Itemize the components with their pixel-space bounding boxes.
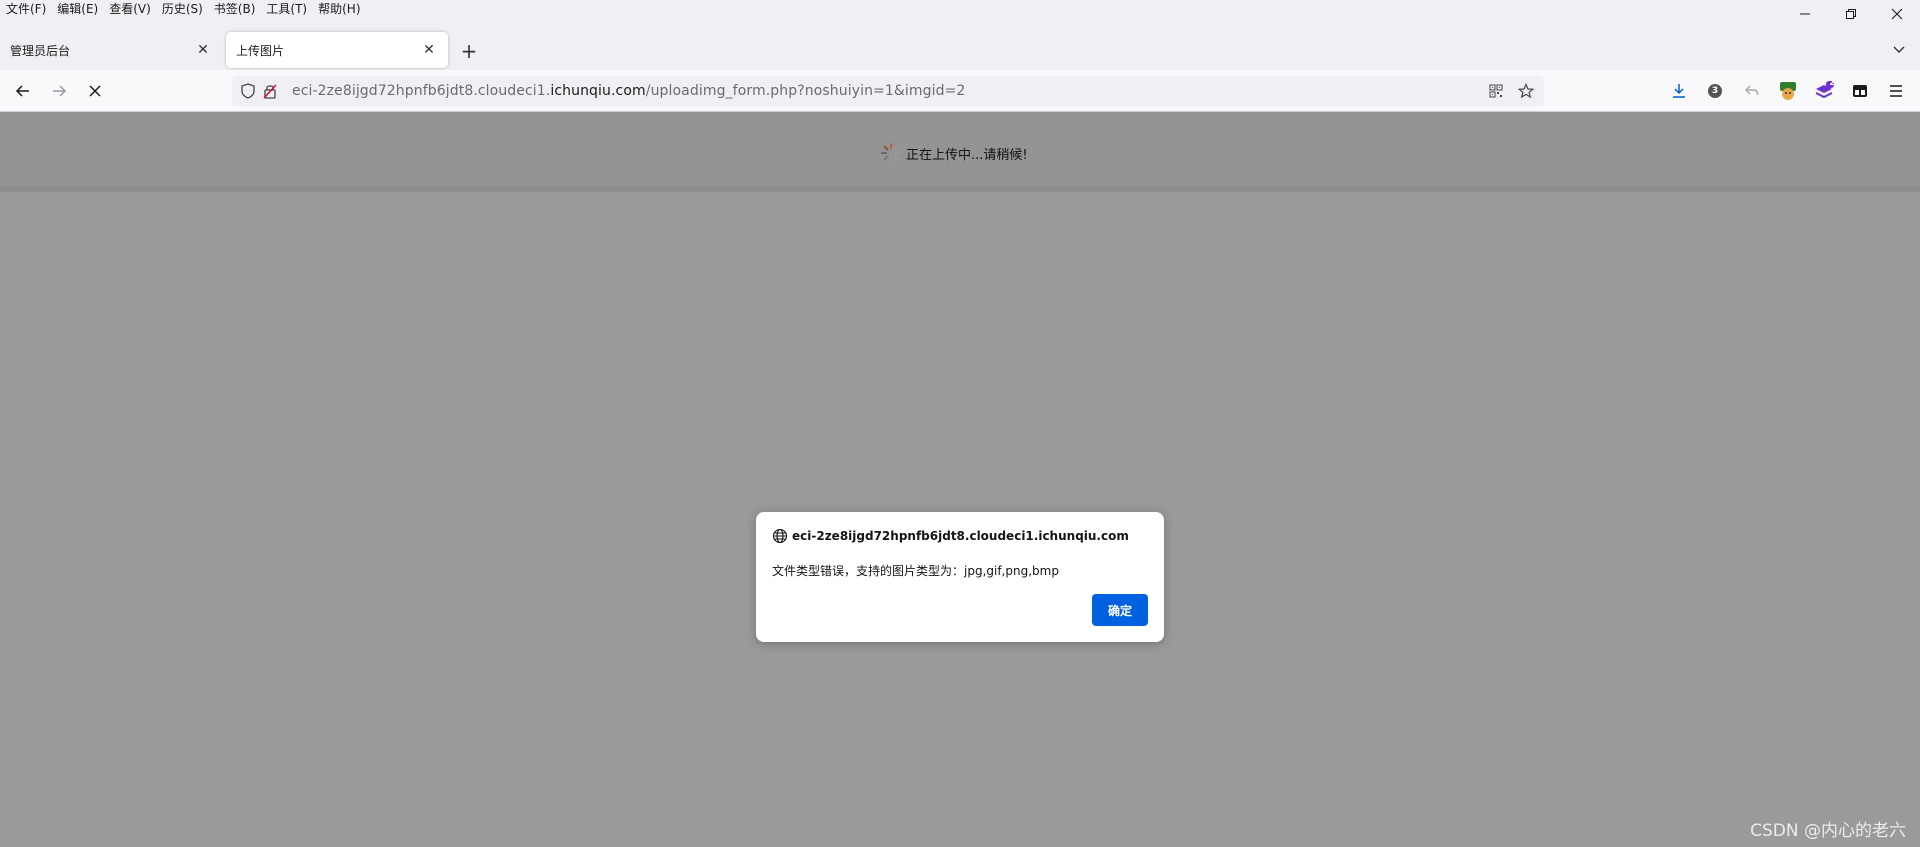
tab-label: 管理员后台 <box>10 43 71 58</box>
undo-arrow-icon[interactable] <box>1741 80 1763 102</box>
url-text[interactable]: eci-2ze8ijgd72hpnfb6jdt8.cloudeci1.ichun… <box>292 83 965 99</box>
extension-pig-icon[interactable] <box>1777 80 1799 102</box>
alert-dialog: eci-2ze8ijgd72hpnfb6jdt8.cloudeci1.ichun… <box>756 512 1164 642</box>
dialog-message: 文件类型错误，支持的图片类型为：jpg,gif,png,bmp <box>772 564 1059 578</box>
uploading-text: 正在上传中...请稍候! <box>906 147 1028 163</box>
uploading-indicator: 正在上传中...请稍候! <box>880 142 1028 164</box>
dialog-origin: eci-2ze8ijgd72hpnfb6jdt8.cloudeci1.ichun… <box>772 528 1129 544</box>
window-controls <box>1782 0 1920 28</box>
globe-icon <box>772 528 788 544</box>
forward-arrow-icon[interactable] <box>46 79 72 103</box>
container-tabs-icon[interactable] <box>1849 80 1871 102</box>
address-bar[interactable]: eci-2ze8ijgd72hpnfb6jdt8.cloudeci1.ichun… <box>232 76 1544 106</box>
shield-icon[interactable] <box>238 81 258 101</box>
restore-icon[interactable] <box>1828 0 1874 28</box>
extension-badge: 2 <box>1829 78 1835 87</box>
menu-bookmarks[interactable]: 书签(B) <box>214 0 256 18</box>
new-tab-button[interactable]: + <box>458 39 480 63</box>
upload-status-panel: 正在上传中...请稍候! <box>0 112 1920 192</box>
menu-file[interactable]: 文件(F) <box>6 0 46 18</box>
tab-upload-image[interactable]: 上传图片 ✕ <box>226 32 448 68</box>
hamburger-menu-icon[interactable] <box>1885 80 1907 102</box>
close-icon[interactable]: ✕ <box>420 41 438 59</box>
menu-view[interactable]: 查看(V) <box>109 0 151 18</box>
spinner-icon <box>881 143 901 163</box>
stop-loading-icon[interactable] <box>82 79 108 103</box>
dialog-origin-text: eci-2ze8ijgd72hpnfb6jdt8.cloudeci1.ichun… <box>792 529 1129 543</box>
tab-label: 上传图片 <box>236 43 285 58</box>
menu-edit[interactable]: 编辑(E) <box>57 0 98 18</box>
url-prefix: eci-2ze8ijgd72hpnfb6jdt8.cloudeci1. <box>292 83 551 99</box>
close-window-icon[interactable] <box>1874 0 1920 28</box>
menu-help[interactable]: 帮助(H) <box>318 0 360 18</box>
navigation-bar: eci-2ze8ijgd72hpnfb6jdt8.cloudeci1.ichun… <box>0 70 1920 112</box>
minimize-icon[interactable] <box>1782 0 1828 28</box>
insecure-lock-icon[interactable] <box>260 81 280 101</box>
ok-button[interactable]: 确定 <box>1092 594 1148 626</box>
chevron-down-icon[interactable] <box>1888 38 1910 60</box>
close-icon[interactable]: ✕ <box>194 41 212 59</box>
back-arrow-icon[interactable] <box>10 79 36 103</box>
url-path: /uploadimg_form.php?noshuiyin=1&imgid=2 <box>645 83 966 99</box>
tab-admin[interactable]: 管理员后台 ✕ <box>0 32 222 68</box>
qr-code-icon[interactable] <box>1486 81 1506 101</box>
watermark: CSDN @内心的老六 <box>1750 821 1906 841</box>
menu-history[interactable]: 历史(S) <box>162 0 203 18</box>
extension-hackbar-icon[interactable]: 2 <box>1813 78 1835 102</box>
menu-tools[interactable]: 工具(T) <box>266 0 307 18</box>
badge-count: 3 <box>1711 86 1719 96</box>
download-icon[interactable] <box>1668 80 1690 102</box>
menu-bar: 文件(F) 编辑(E) 查看(V) 历史(S) 书签(B) 工具(T) 帮助(H… <box>0 0 1920 18</box>
star-icon[interactable] <box>1516 81 1536 101</box>
url-host: ichunqiu.com <box>550 83 646 99</box>
counter-badge-icon[interactable]: 3 <box>1704 80 1726 102</box>
tab-strip: 管理员后台 ✕ 上传图片 ✕ + <box>0 18 1920 70</box>
